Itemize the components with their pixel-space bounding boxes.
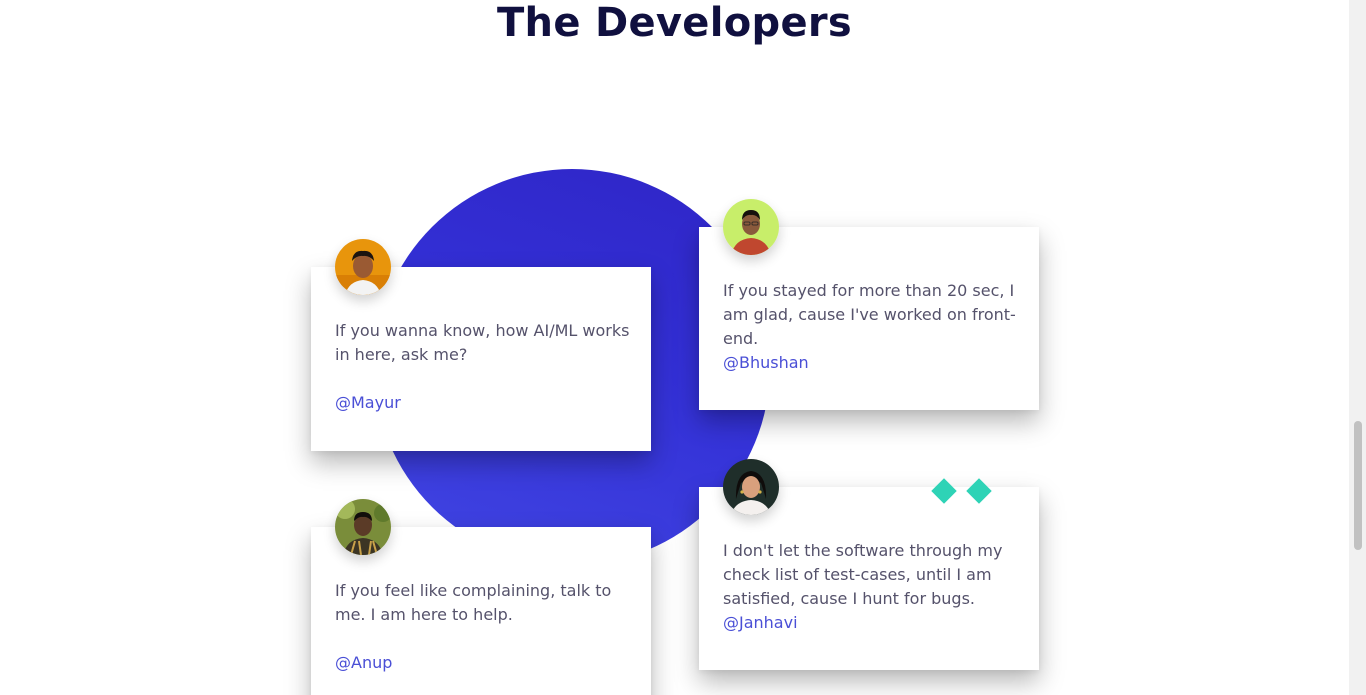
- developer-quote: I don't let the software through my chec…: [723, 541, 1003, 608]
- avatar-mayur-icon: [335, 239, 391, 295]
- avatar-anup-icon: [335, 499, 391, 555]
- avatar-janhavi-icon: [723, 459, 779, 515]
- developer-quote: If you feel like complaining, talk to me…: [335, 581, 612, 624]
- page-scrollbar[interactable]: [1349, 0, 1366, 695]
- section-title: The Developers: [496, 0, 853, 46]
- developer-quote: If you wanna know, how AI/ML works in he…: [335, 321, 630, 364]
- developer-handle-link[interactable]: @Anup: [335, 651, 392, 675]
- avatar-bhushan-icon: [723, 199, 779, 255]
- developer-handle-link[interactable]: @Mayur: [335, 391, 401, 415]
- developer-handle-link[interactable]: @Bhushan: [723, 351, 809, 375]
- developers-page: The Developers If you wanna know, how AI…: [0, 0, 1366, 695]
- developer-quote: If you stayed for more than 20 sec, I am…: [723, 281, 1016, 348]
- scrollbar-thumb[interactable]: [1354, 421, 1362, 550]
- developer-handle-link[interactable]: @Janhavi: [723, 611, 798, 635]
